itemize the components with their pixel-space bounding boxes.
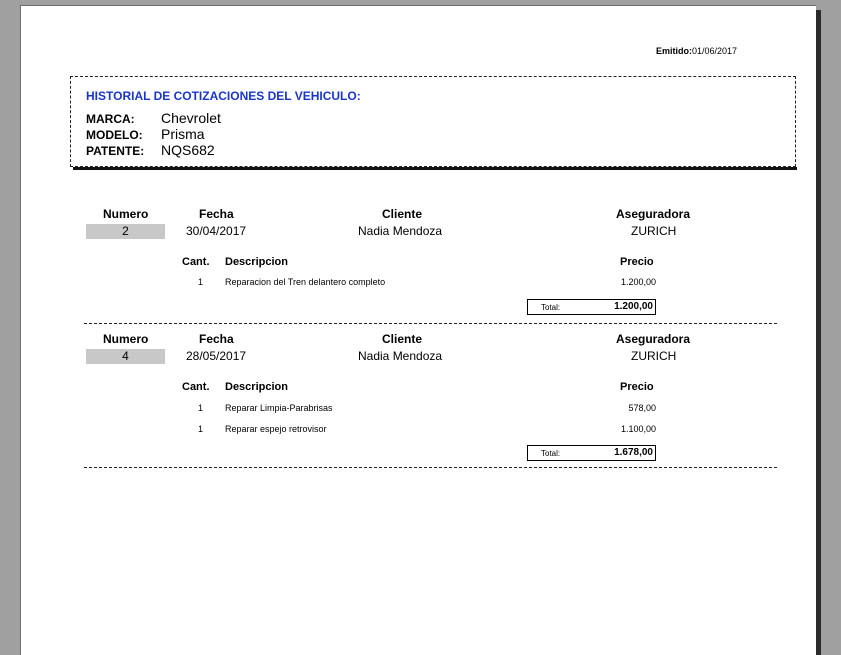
numero-header: Numero <box>103 207 149 221</box>
item-price: 578,00 <box>628 403 656 413</box>
total-box: Total: 1.678,00 <box>527 445 656 461</box>
vehicle-header-box: HISTORIAL DE COTIZACIONES DEL VEHICULO: … <box>70 76 796 167</box>
fecha-header: Fecha <box>199 207 234 221</box>
emitted-date: Emitido:01/06/2017 <box>656 46 737 56</box>
modelo-label: MODELO: <box>86 128 143 142</box>
marca-value: Chevrolet <box>161 110 221 126</box>
emitted-label: Emitido: <box>656 46 692 56</box>
page-shadow <box>816 10 821 655</box>
item-description: Reparar espejo retrovisor <box>225 424 327 434</box>
total-label: Total: <box>541 303 561 312</box>
quote-date: 28/05/2017 <box>186 349 247 363</box>
cliente-header: Cliente <box>382 207 423 221</box>
total-value: 1.678,00 <box>614 447 653 458</box>
modelo-value: Prisma <box>161 126 205 142</box>
quote-insurer: ZURICH <box>631 349 677 363</box>
item-qty: 1 <box>198 424 204 434</box>
item-description: Reparacion del Tren delantero completo <box>225 277 386 287</box>
patente-value: NQS682 <box>161 142 215 158</box>
total-label: Total: <box>541 449 561 458</box>
precio-header: Precio <box>620 381 654 393</box>
descripcion-header: Descripcion <box>225 381 288 393</box>
cliente-header: Cliente <box>382 332 423 346</box>
total-value: 1.200,00 <box>614 301 653 312</box>
numero-header: Numero <box>103 332 149 346</box>
item-qty: 1 <box>198 277 204 287</box>
aseguradora-header: Aseguradora <box>616 332 691 346</box>
item-qty: 1 <box>198 403 204 413</box>
quote-insurer: ZURICH <box>631 224 677 238</box>
marca-label: MARCA: <box>86 112 135 126</box>
emitted-value: 01/06/2017 <box>692 46 738 56</box>
descripcion-header: Descripcion <box>225 256 288 268</box>
aseguradora-header: Aseguradora <box>616 207 691 221</box>
report-page: Emitido:01/06/2017 HISTORIAL DE COTIZACI… <box>20 5 816 655</box>
precio-header: Precio <box>620 256 654 268</box>
separator <box>84 323 777 324</box>
quote-number: 4 <box>86 349 165 364</box>
total-box: Total: 1.200,00 <box>527 299 656 315</box>
quote-client: Nadia Mendoza <box>358 349 443 363</box>
item-description: Reparar Limpia-Parabrisas <box>225 403 333 413</box>
header-shadow <box>73 167 797 170</box>
report-title: HISTORIAL DE COTIZACIONES DEL VEHICULO: <box>86 89 361 103</box>
item-price: 1.100,00 <box>620 424 656 434</box>
cant-header: Cant. <box>182 381 210 393</box>
fecha-header: Fecha <box>199 332 234 346</box>
separator <box>84 467 777 468</box>
item-price: 1.200,00 <box>620 277 656 287</box>
cant-header: Cant. <box>182 256 210 268</box>
quote-date: 30/04/2017 <box>186 224 247 238</box>
quote-number: 2 <box>86 224 165 239</box>
quote-client: Nadia Mendoza <box>358 224 443 238</box>
patente-label: PATENTE: <box>86 144 145 158</box>
